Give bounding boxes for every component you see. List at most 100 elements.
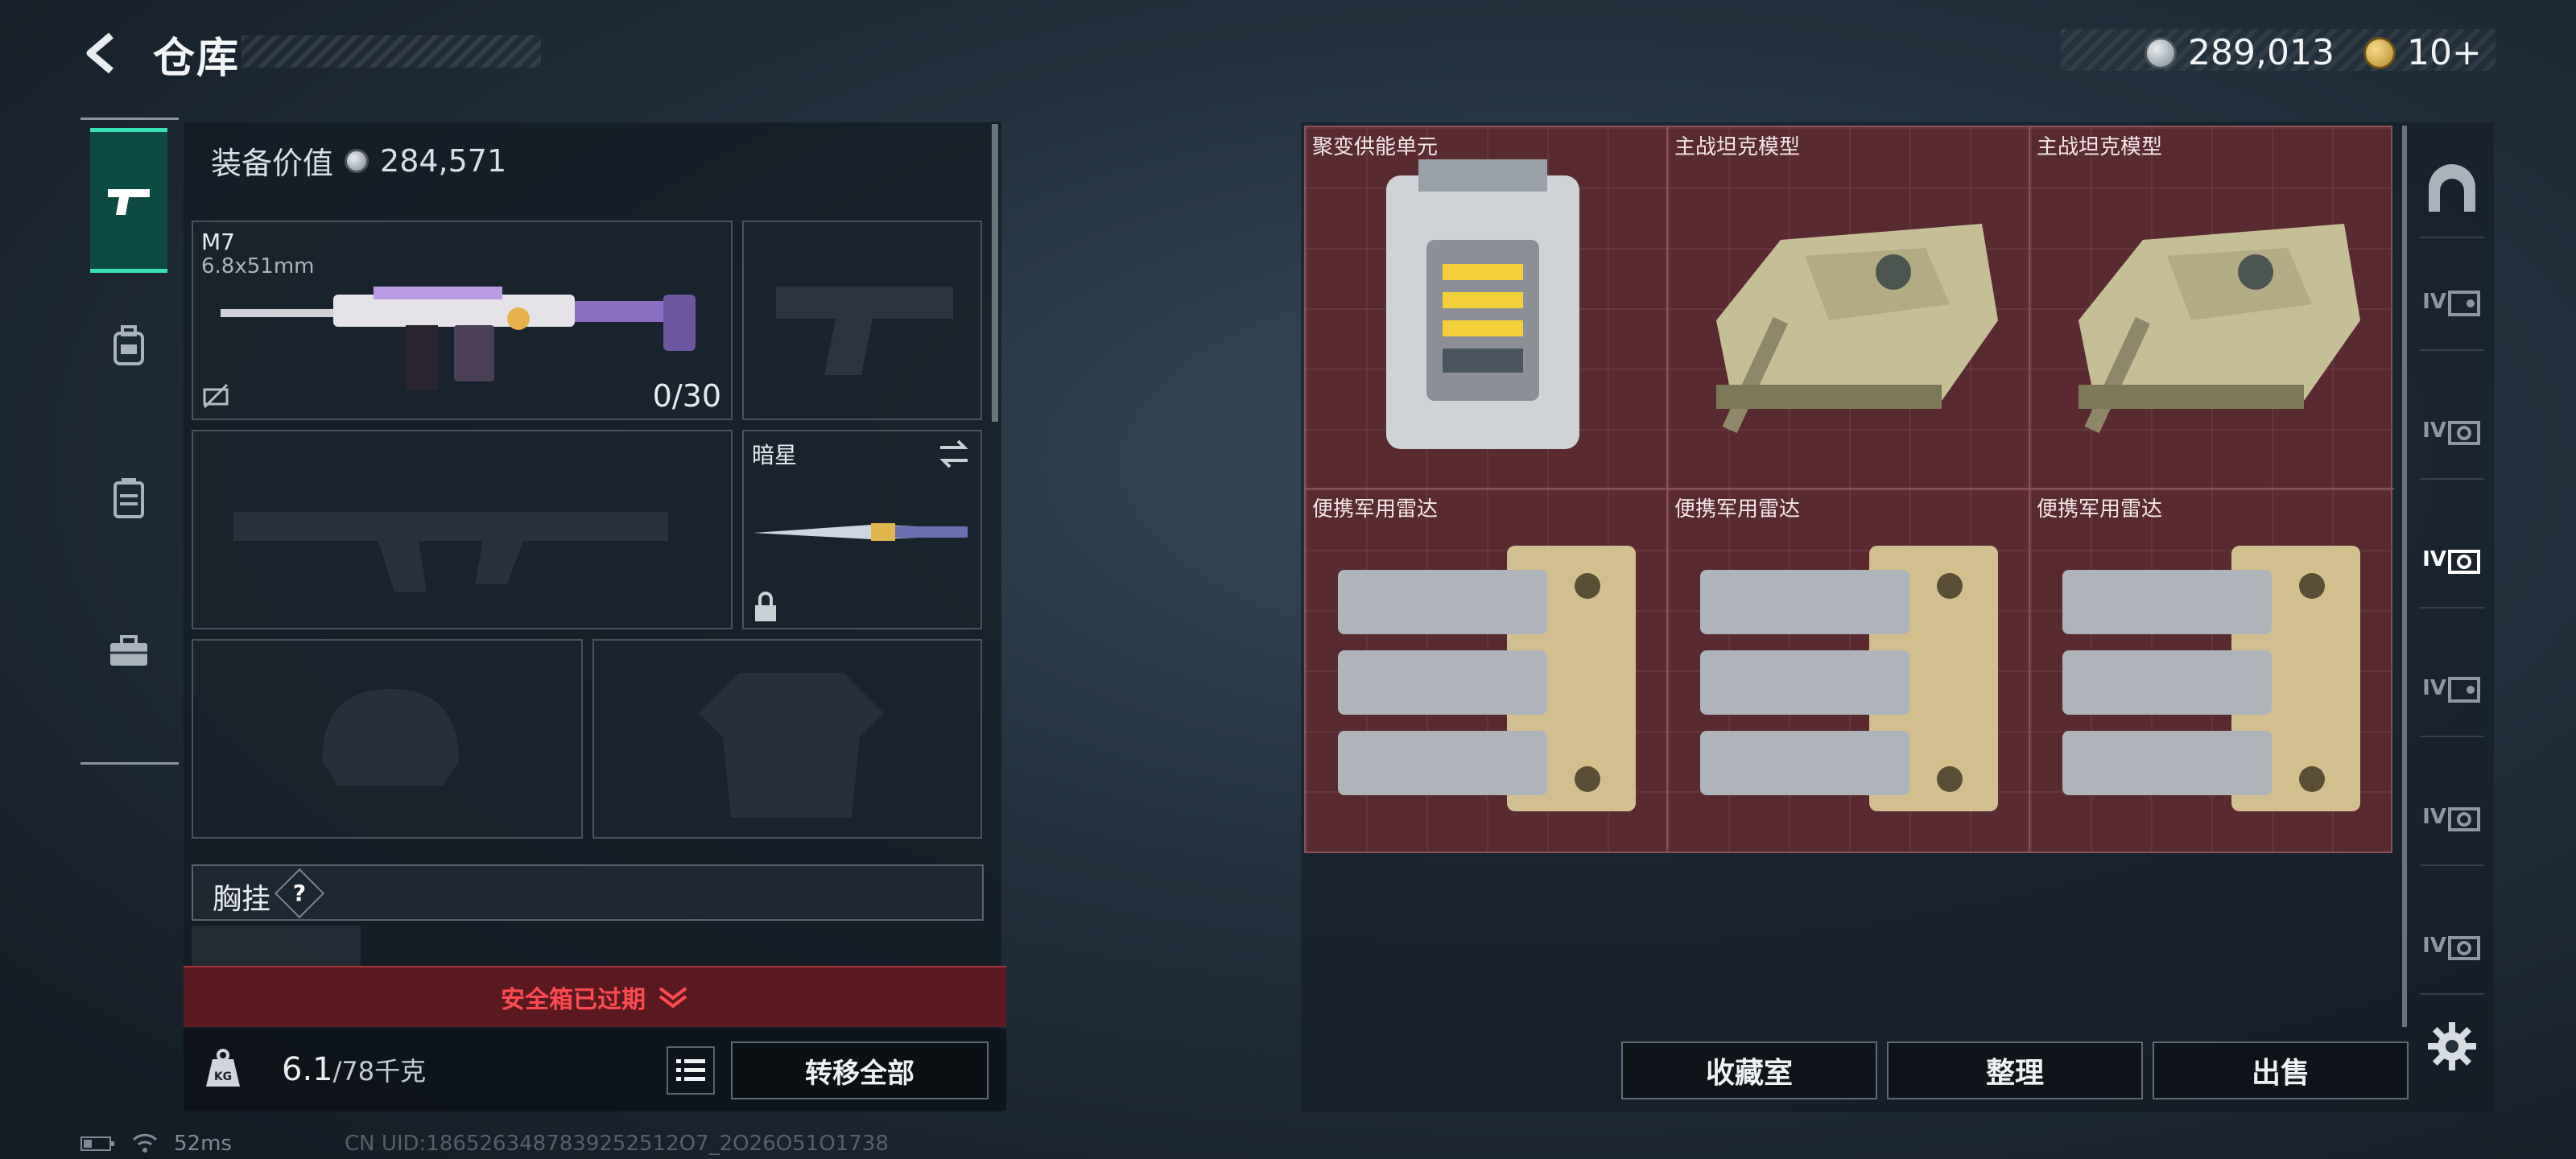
stash-item-radar[interactable]: 便携军用雷达 [1306,489,1668,852]
transfer-all-button[interactable]: 转移全部 [731,1041,989,1099]
equip-value-label: 装备价值 [211,146,334,181]
briefcase-icon [110,635,147,666]
safe-icon [2447,677,2480,703]
equipment-value: 装备价值 284,571 [211,138,506,183]
ping: 52ms [174,1132,232,1156]
chevron-left-icon [86,32,114,74]
weight-icon-label: KG [214,1070,232,1083]
wifi-icon [132,1133,158,1153]
stash-tab-4[interactable]: IV [2420,641,2484,737]
chest-rig-item-slot[interactable] [192,926,361,966]
melee-slot[interactable]: 暗星 [742,430,982,629]
home-icon [2429,164,2475,212]
radar-icon [2062,546,2360,811]
item-label: 便携军用雷达 [1674,497,1801,522]
item-label: 便携军用雷达 [2037,497,2163,522]
chest-rig-slot[interactable]: 胸挂 ? [192,864,984,921]
backpack-icon [114,325,144,365]
stash-grid: 聚变供能单元 主战坦克模型 主战坦克模型 便携军用雷达 便携军用雷达 便携军用雷… [1304,126,2394,853]
stash-tab-1[interactable]: IV [2420,254,2484,351]
helmet-placeholder-icon [322,689,459,786]
stash-scrollbar[interactable] [2402,126,2407,1027]
item-label: 主战坦克模型 [1674,135,1801,159]
category-sidebar [80,118,179,765]
fusion-cell-icon [1386,159,1579,449]
camera-icon [2447,936,2480,960]
stash-item-fusion-cell[interactable]: 聚变供能单元 [1306,127,1668,489]
stash-tab-6[interactable]: IV [2420,898,2484,995]
stash-tab-5[interactable]: IV [2420,769,2484,866]
weight-icon: KG [206,1049,240,1087]
helmet-slot[interactable] [192,639,583,839]
equip-value-amount: 284,571 [380,142,507,179]
body-armor-slot[interactable] [592,639,982,839]
sell-button[interactable]: 出售 [2153,1041,2409,1099]
stash-item-radar[interactable]: 便携军用雷达 [1668,489,2030,852]
sidebar-item-weapons[interactable] [90,128,167,273]
stash-item-tank-model[interactable]: 主战坦克模型 [2030,127,2394,489]
silver-currency[interactable]: 289,013 [2145,32,2334,73]
sidebar-item-backpack[interactable] [90,273,167,418]
silver-coin-icon [345,148,369,173]
safe-box-expired-banner[interactable]: 安全箱已过期 [184,966,1006,1027]
page-title: 仓库 [153,35,241,83]
gold-amount: 10+ [2407,32,2482,73]
carry-weight: 6.1/78千克 [282,1051,426,1088]
stash-item-tank-model[interactable]: 主战坦克模型 [1668,127,2030,489]
help-icon[interactable]: ? [274,868,325,919]
secondary-weapon-slot[interactable] [742,221,982,420]
status-bar: 52ms CN UID:1865263487839252512O7_2O26O5… [80,1132,889,1156]
silver-coin-icon [2145,36,2177,69]
collection-room-button[interactable]: 收藏室 [1621,1041,1877,1099]
stash-item-radar[interactable]: 便携军用雷达 [2030,489,2394,852]
primary-weapon-slot[interactable]: M7 6.8x51mm 0/30 [192,221,733,420]
gear-icon[interactable] [2426,1021,2478,1072]
rifle-icon [221,287,696,390]
radar-icon [1338,546,1636,811]
weight-current: 6.1 [282,1051,333,1088]
double-chevron-down-icon [658,987,687,1008]
ammo-count: 0/30 [652,378,721,414]
pistol-placeholder-icon [776,287,953,375]
vest-icon [114,478,144,518]
uid: CN UID:1865263487839252512O7_2O26O51O173… [344,1132,889,1156]
melee-name: 暗星 [752,442,798,468]
tank-model-icon [1716,224,1998,434]
tank-model-icon [2079,224,2360,434]
safe-icon [2447,291,2480,316]
camera-icon [2447,550,2480,574]
silver-amount: 289,013 [2188,32,2334,73]
gold-coin-icon [2363,36,2396,69]
list-icon [676,1059,705,1081]
knife-icon [753,523,968,541]
vest-placeholder-icon [699,673,884,818]
stash-tab-home[interactable] [2420,142,2484,238]
gold-currency[interactable]: 10+ [2363,32,2482,73]
camera-icon [2447,807,2480,831]
loadout-scrollbar[interactable] [992,124,998,422]
item-label: 主战坦克模型 [2037,135,2163,159]
radar-icon [1700,546,1998,811]
stash-tab-3-active[interactable]: IV [2420,512,2484,608]
swap-icon[interactable] [937,439,971,468]
title-decoration [242,35,541,68]
organize-button[interactable]: 整理 [1887,1041,2143,1099]
camera-icon [2447,421,2480,445]
pistol-icon [108,189,150,215]
no-attachment-icon [203,383,229,409]
weapon-name: M7 [201,229,235,255]
stash-tabs: IV IV IV IV IV IV [2412,126,2492,1027]
stash-tab-2[interactable]: IV [2420,383,2484,480]
sidebar-item-toolbox[interactable] [90,579,167,724]
battery-icon [80,1136,114,1151]
back-button[interactable] [77,29,126,77]
chest-rig-label: 胸挂 [213,883,271,916]
rifle-placeholder-icon [233,512,668,592]
item-label: 便携军用雷达 [1312,497,1439,522]
secondary-rifle-slot[interactable] [192,430,733,629]
lock-icon [755,592,776,621]
list-view-button[interactable] [667,1046,715,1095]
sidebar-item-armor[interactable] [90,426,167,571]
weight-max: /78千克 [332,1056,427,1087]
safe-box-text: 安全箱已过期 [501,986,646,1014]
